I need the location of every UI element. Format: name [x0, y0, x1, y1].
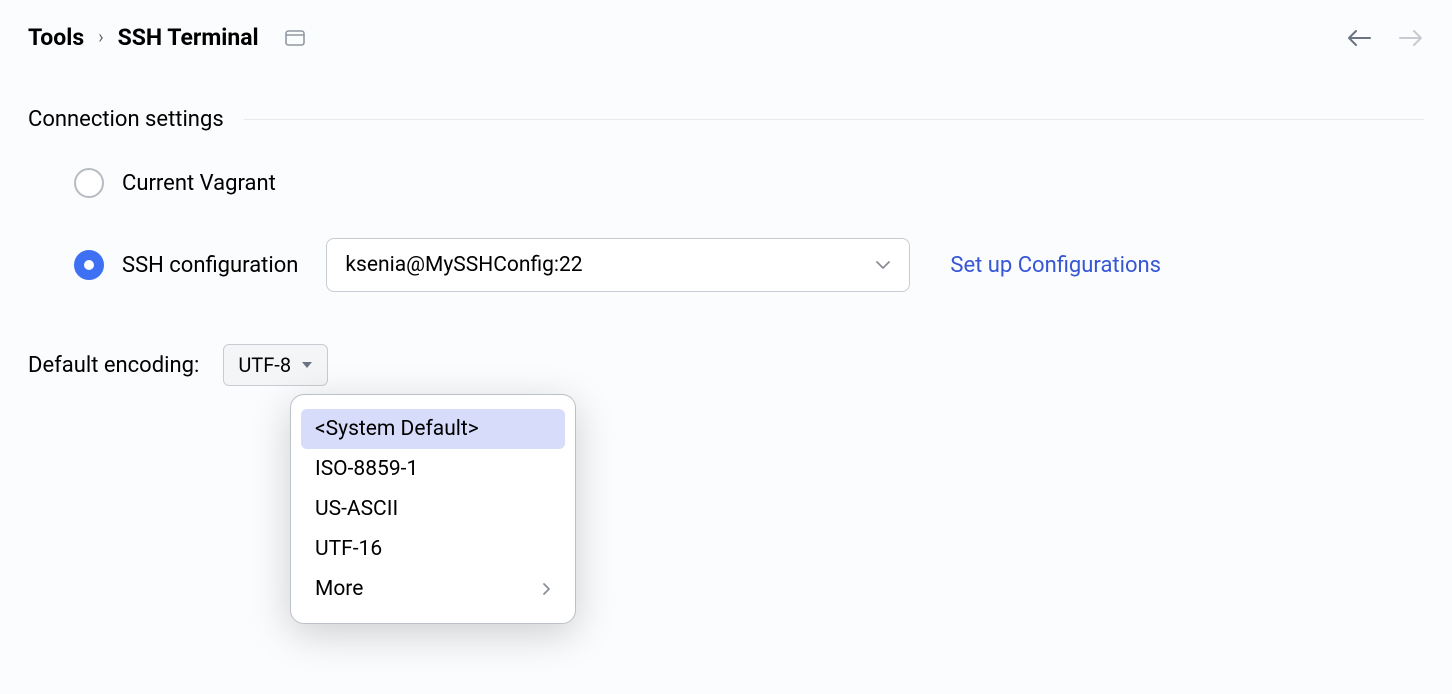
- dropdown-item-label: ISO-8859-1: [315, 457, 418, 481]
- section-header: Connection settings: [28, 107, 1424, 132]
- triangle-down-icon: [301, 361, 313, 369]
- encoding-value: UTF-8: [238, 353, 291, 377]
- ssh-config-dropdown[interactable]: ksenia@MySSHConfig:22: [326, 238, 910, 292]
- forward-arrow-icon: [1398, 28, 1424, 48]
- ssh-config-value: ksenia@MySSHConfig:22: [345, 253, 582, 277]
- breadcrumb-separator: ›: [98, 27, 103, 48]
- header: Tools › SSH Terminal: [28, 24, 1424, 51]
- window-icon[interactable]: [285, 30, 305, 46]
- setup-configurations-link[interactable]: Set up Configurations: [950, 253, 1161, 278]
- radio-row-ssh[interactable]: SSH configuration ksenia@MySSHConfig:22 …: [74, 238, 1424, 292]
- dropdown-item-more[interactable]: More: [301, 569, 565, 609]
- section-divider: [244, 119, 1424, 120]
- breadcrumb: Tools › SSH Terminal: [28, 24, 305, 51]
- nav-arrows: [1346, 28, 1424, 48]
- section-title: Connection settings: [28, 107, 224, 132]
- dropdown-item-ascii[interactable]: US-ASCII: [301, 489, 565, 529]
- dropdown-item-label: US-ASCII: [315, 497, 398, 521]
- dropdown-item-iso[interactable]: ISO-8859-1: [301, 449, 565, 489]
- radio-ssh[interactable]: [74, 250, 104, 280]
- encoding-label: Default encoding:: [28, 353, 199, 378]
- radio-vagrant[interactable]: [74, 168, 104, 198]
- back-arrow-icon[interactable]: [1346, 28, 1372, 48]
- breadcrumb-current: SSH Terminal: [118, 24, 259, 51]
- dropdown-item-label: UTF-16: [315, 537, 382, 561]
- dropdown-item-label: More: [315, 577, 363, 601]
- chevron-right-icon: [542, 582, 551, 596]
- dropdown-item-utf16[interactable]: UTF-16: [301, 529, 565, 569]
- dropdown-item-label: <System Default>: [315, 417, 479, 441]
- chevron-down-icon: [875, 260, 891, 270]
- encoding-row: Default encoding: UTF-8 <System Default>…: [28, 344, 1424, 386]
- radio-vagrant-label: Current Vagrant: [122, 171, 276, 196]
- encoding-dropdown-menu: <System Default> ISO-8859-1 US-ASCII UTF…: [290, 394, 576, 624]
- breadcrumb-parent[interactable]: Tools: [28, 24, 84, 51]
- encoding-select[interactable]: UTF-8: [223, 344, 328, 386]
- dropdown-item-system-default[interactable]: <System Default>: [301, 409, 565, 449]
- radio-ssh-label: SSH configuration: [122, 253, 298, 278]
- radio-row-vagrant[interactable]: Current Vagrant: [74, 168, 1424, 198]
